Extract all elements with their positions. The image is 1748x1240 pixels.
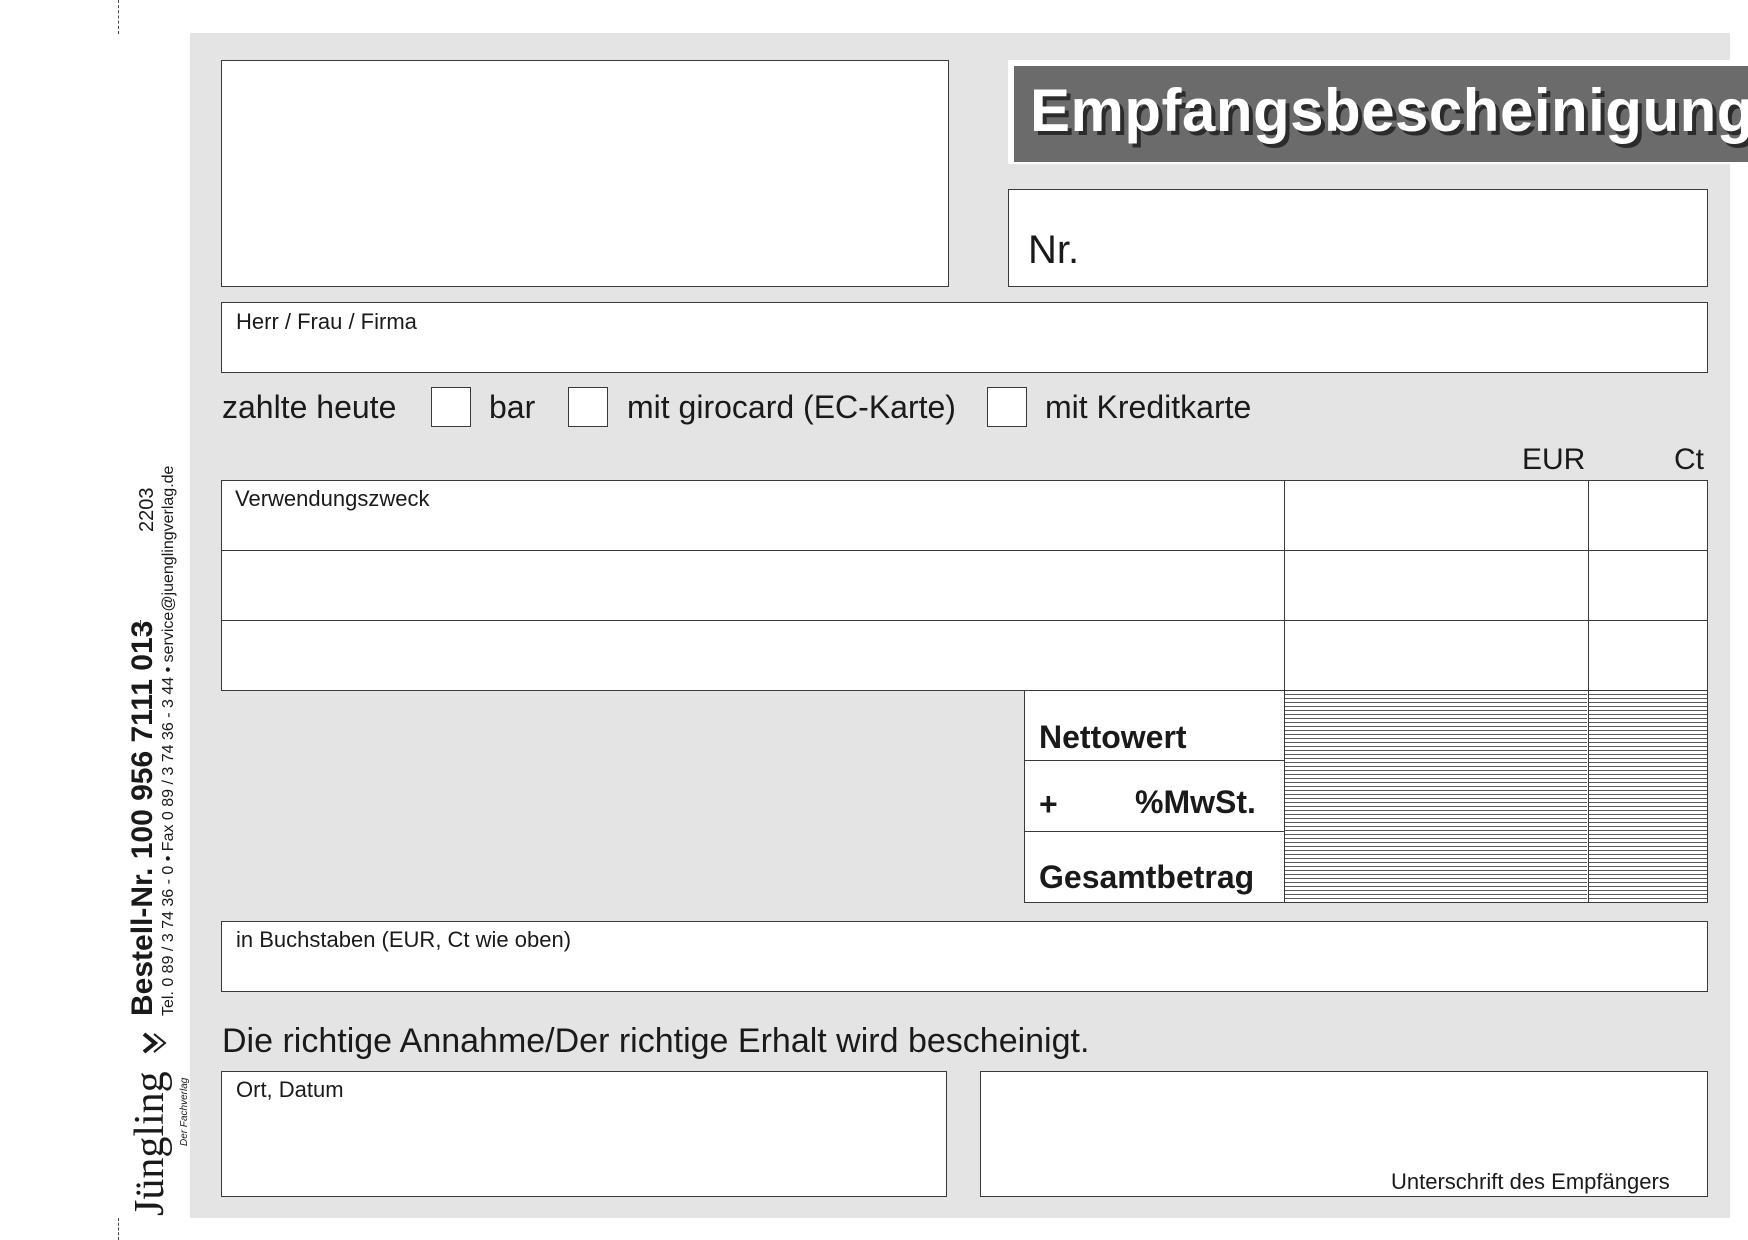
totals-eur-divider xyxy=(1284,690,1285,903)
sender-address-box[interactable] xyxy=(221,60,949,287)
purpose-row-3[interactable] xyxy=(222,621,1284,690)
totals-row-divider-2 xyxy=(1024,831,1285,832)
totals-row-divider-1 xyxy=(1024,760,1285,761)
column-ct-header: Ct xyxy=(1674,443,1704,476)
purpose-row-2[interactable] xyxy=(222,551,1284,620)
totals-eur-hatch xyxy=(1285,691,1587,901)
payer-label: Herr / Frau / Firma xyxy=(236,309,417,334)
form-number: 2203 xyxy=(136,487,158,533)
checkbox-cash[interactable] xyxy=(431,387,471,427)
publisher-contact: Tel. 0 89 / 3 74 36 - 0 • Fax 0 89 / 3 7… xyxy=(160,465,177,1016)
checkbox-creditcard[interactable] xyxy=(987,387,1027,427)
document-title: Empfangsbescheinigung xyxy=(1030,77,1748,144)
order-number: Bestell-Nr. 100 956 7111 013 xyxy=(126,620,159,1016)
totals-ct-hatch xyxy=(1589,691,1707,901)
totals-ct-divider xyxy=(1588,690,1589,903)
cut-mark-top xyxy=(118,0,119,34)
cut-mark-bottom xyxy=(118,1218,119,1240)
vat-rate-field[interactable] xyxy=(1066,782,1130,822)
purpose-eur-divider xyxy=(1284,480,1285,691)
purpose-row-1[interactable] xyxy=(222,481,1284,550)
place-date-label: Ort, Datum xyxy=(236,1077,344,1102)
vat-plus-sign: + xyxy=(1039,786,1058,822)
payer-field[interactable] xyxy=(221,302,1708,373)
option-cash-label: bar xyxy=(489,389,536,425)
option-girocard-label: mit girocard (EC-Karte) xyxy=(627,389,956,425)
receipt-number-label: Nr. xyxy=(1028,228,1080,272)
option-creditcard-label: mit Kreditkarte xyxy=(1045,389,1252,425)
checkbox-girocard[interactable] xyxy=(568,387,608,427)
amount-in-words-label: in Buchstaben (EUR, Ct wie oben) xyxy=(236,927,572,952)
brand-logo: Jüngling xyxy=(127,1071,173,1216)
brand-logo-mark-icon xyxy=(142,1030,168,1056)
gross-total-label: Gesamtbetrag xyxy=(1039,859,1255,895)
payment-intro: zahlte heute xyxy=(222,389,397,425)
net-value-label: Nettowert xyxy=(1039,719,1187,755)
column-eur-header: EUR xyxy=(1522,443,1586,476)
confirmation-text: Die richtige Annahme/Der richtige Erhalt… xyxy=(222,1022,1090,1060)
receipt-number-box[interactable] xyxy=(1008,189,1708,287)
brand-subtitle: Der Fachverlag xyxy=(179,1077,190,1146)
signature-label: Unterschrift des Empfängers xyxy=(1391,1169,1670,1194)
vat-label: %MwSt. xyxy=(1135,784,1256,820)
purpose-ct-divider xyxy=(1588,480,1589,691)
